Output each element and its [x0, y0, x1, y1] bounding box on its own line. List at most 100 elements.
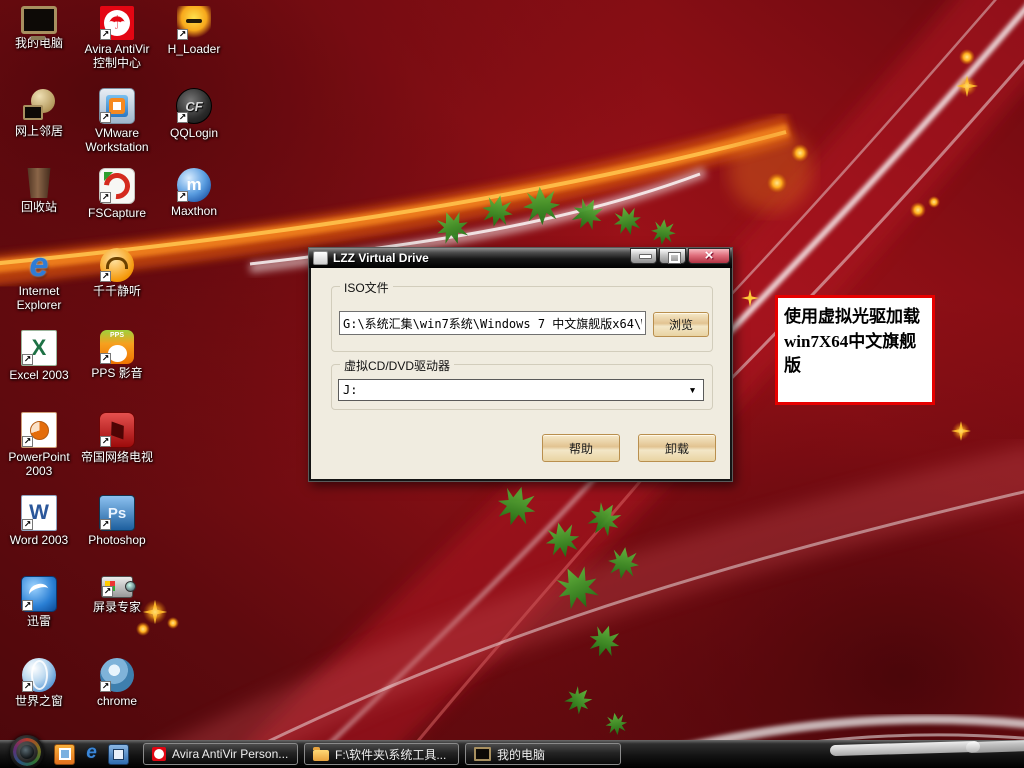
desktop-icon-ttplayer[interactable]: 千千静听 — [78, 248, 156, 299]
empire-tv-icon — [99, 412, 135, 448]
desktop-icon-vmware[interactable]: VMware Workstation — [78, 88, 156, 155]
fscapture-icon — [99, 168, 135, 204]
desktop-icon-label: Internet Explorer — [0, 285, 78, 313]
chrome-icon — [100, 658, 134, 692]
shortcut-arrow-icon — [22, 354, 33, 365]
screen-recorder-icon — [101, 576, 133, 598]
word-icon — [21, 495, 57, 531]
shortcut-arrow-icon — [22, 519, 33, 530]
iso-path-input[interactable] — [339, 311, 646, 335]
window-title: LZZ Virtual Drive — [333, 251, 429, 265]
folder-icon — [313, 750, 329, 761]
desktop-icon-label: Word 2003 — [0, 534, 78, 548]
vmware-icon — [99, 88, 135, 124]
chevron-down-icon[interactable] — [685, 383, 700, 398]
unload-button[interactable]: 卸载 — [638, 434, 716, 462]
shortcut-arrow-icon — [100, 436, 111, 447]
desktop-icon-my-computer[interactable]: 我的电脑 — [0, 6, 78, 51]
show-desktop-icon[interactable] — [54, 744, 75, 765]
desktop-icon-h-loader[interactable]: H_Loader — [155, 6, 233, 57]
desktop-icon-internet-explorer[interactable]: Internet Explorer — [0, 248, 78, 313]
recycle-bin-icon — [26, 168, 52, 198]
avira-icon — [100, 6, 134, 40]
drive-icon — [313, 251, 328, 265]
quick-launch-bar — [54, 744, 129, 765]
shortcut-arrow-icon — [100, 353, 111, 364]
desktop-icon-thunder[interactable]: 迅雷 — [0, 576, 78, 629]
internet-explorer-icon — [22, 248, 56, 282]
pps-icon — [100, 330, 134, 364]
computer-icon — [474, 747, 491, 761]
world-window-icon — [22, 658, 56, 692]
close-button[interactable] — [688, 248, 730, 264]
desktop-icon-world-window[interactable]: 世界之窗 — [0, 658, 78, 709]
shortcut-arrow-icon — [177, 29, 188, 40]
desktop-icon-label: 网上邻居 — [0, 125, 78, 139]
unload-button-label: 卸载 — [665, 440, 689, 457]
thunder-icon — [21, 576, 57, 612]
titlebar[interactable]: LZZ Virtual Drive — [309, 248, 732, 268]
browse-button[interactable]: 浏览 — [653, 312, 709, 337]
shortcut-arrow-icon — [22, 600, 33, 611]
desktop-icon-label: Photoshop — [78, 534, 156, 548]
drive-letter-value: J: — [343, 383, 357, 397]
taskbar-button-avira[interactable]: Avira AntiVir Person... — [143, 743, 298, 765]
desktop-icon-label: Excel 2003 — [0, 369, 78, 383]
annotation-text: 使用虚拟光驱加载win7X64中文旗舰版 — [784, 307, 920, 375]
shortcut-arrow-icon — [100, 112, 111, 123]
desktop-icon-word[interactable]: Word 2003 — [0, 495, 78, 548]
desktop-icon-network-places[interactable]: 网上邻居 — [0, 88, 78, 139]
app-quick-launch-icon[interactable] — [108, 744, 129, 765]
desktop-icon-maxthon[interactable]: Maxthon — [155, 168, 233, 219]
desktop-icon-empire-tv[interactable]: 帝国网络电视 — [78, 412, 156, 465]
desktop-icon-label: 回收站 — [0, 201, 78, 215]
desktop-icon-avira[interactable]: Avira AntiVir 控制中心 — [78, 6, 156, 71]
minimize-button[interactable] — [630, 248, 657, 264]
desktop-icon-label: VMware Workstation — [78, 127, 156, 155]
shortcut-arrow-icon — [177, 191, 188, 202]
taskbar-button-label: F:\软件夹\系统工具... — [335, 746, 446, 763]
desktop-icon-chrome[interactable]: chrome — [78, 658, 156, 709]
desktop-icon-label: chrome — [78, 695, 156, 709]
help-button-label: 帮助 — [569, 440, 593, 457]
taskbar: Avira AntiVir Person... F:\软件夹\系统工具... 我… — [0, 740, 1024, 768]
shortcut-arrow-icon — [22, 436, 33, 447]
desktop-icon-screen-recorder[interactable]: 屏录专家 — [78, 576, 156, 615]
desktop-icon-photoshop[interactable]: Photoshop — [78, 495, 156, 548]
excel-icon — [21, 330, 57, 366]
taskbar-button-my-computer[interactable]: 我的电脑 — [465, 743, 621, 765]
desktop-icon-pps[interactable]: PPS 影音 — [78, 330, 156, 381]
desktop-icon-fscapture[interactable]: FSCapture — [78, 168, 156, 221]
desktop-icon-powerpoint[interactable]: PowerPoint 2003 — [0, 412, 78, 479]
help-button[interactable]: 帮助 — [542, 434, 620, 462]
h-loader-icon — [177, 6, 211, 40]
desktop-icon-label: Avira AntiVir 控制中心 — [78, 43, 156, 71]
drive-letter-select[interactable]: J: — [338, 379, 704, 401]
wallpaper-streak — [830, 741, 980, 756]
shortcut-arrow-icon — [102, 586, 113, 597]
desktop-icon-recycle-bin[interactable]: 回收站 — [0, 168, 78, 215]
desktop-icon-label: 千千静听 — [78, 285, 156, 299]
maximize-button[interactable] — [659, 248, 686, 264]
desktop-icon-label: PowerPoint 2003 — [0, 451, 78, 479]
shortcut-arrow-icon — [177, 112, 188, 123]
desktop-icon-label: QQLogin — [155, 127, 233, 141]
ie-quick-launch-icon[interactable] — [82, 744, 101, 763]
desktop-icon-label: 帝国网络电视 — [78, 451, 156, 465]
desktop-icon-excel[interactable]: Excel 2003 — [0, 330, 78, 383]
desktop-icon-label: FSCapture — [78, 207, 156, 221]
desktop-icon-label: 迅雷 — [0, 615, 78, 629]
taskbar-button-label: 我的电脑 — [497, 746, 545, 763]
start-button[interactable] — [10, 735, 44, 768]
browse-button-label: 浏览 — [669, 316, 693, 333]
shortcut-arrow-icon — [100, 271, 111, 282]
network-places-icon — [22, 88, 56, 122]
taskbar-button-label: Avira AntiVir Person... — [172, 747, 288, 761]
desktop-icon-label: H_Loader — [155, 43, 233, 57]
shortcut-arrow-icon — [100, 192, 111, 203]
shortcut-arrow-icon — [100, 681, 111, 692]
desktop-icon-qqlogin[interactable]: QQLogin — [155, 88, 233, 141]
maxthon-icon — [177, 168, 211, 202]
annotation-box: 使用虚拟光驱加载win7X64中文旗舰版 — [775, 295, 935, 405]
taskbar-button-folder[interactable]: F:\软件夹\系统工具... — [304, 743, 459, 765]
